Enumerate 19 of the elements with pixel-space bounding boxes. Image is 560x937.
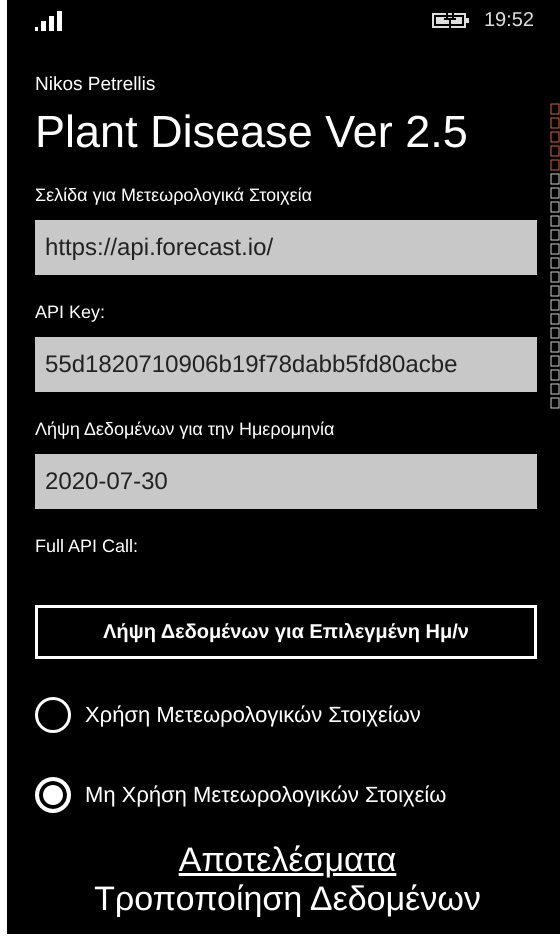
input-field[interactable]: 2020-07-30 [35,454,537,509]
input-field[interactable]: https://api.forecast.io/ [35,220,537,275]
app-title: Plant Disease Ver 2.5 [35,106,469,158]
clock-time: 19:52 [484,8,534,32]
input-field[interactable]: 55d1820710906b19f78dabb5fd80acbe [35,337,537,392]
field-label: Full API Call: [35,536,140,557]
signal-icon [35,9,65,31]
fetch-button[interactable]: Λήψη Δεδομένων για Επιλεγμένη Ημ/ν [35,605,537,659]
radio-label[interactable]: Μη Χρήση Μετεωρολογικών Στοιχείω [85,782,446,808]
radio-button[interactable] [35,697,71,733]
battery-charging-icon [432,11,470,29]
section-heading: Τροποποίηση Δεδομένων [94,880,481,919]
field-label: Σελίδα για Μετεωρολογικά Στοιχεία [35,185,314,206]
radio-label[interactable]: Χρήση Μετεωρολογικών Στοιχείων [85,702,421,728]
radio-button[interactable] [35,777,71,813]
field-label: API Key: [35,302,106,323]
author-name: Nikos Petrellis [35,74,156,96]
field-label: Λήψη Δεδομένων για την Ημερομηνία [35,419,336,440]
results-heading: Αποτελέσματα [178,841,396,880]
